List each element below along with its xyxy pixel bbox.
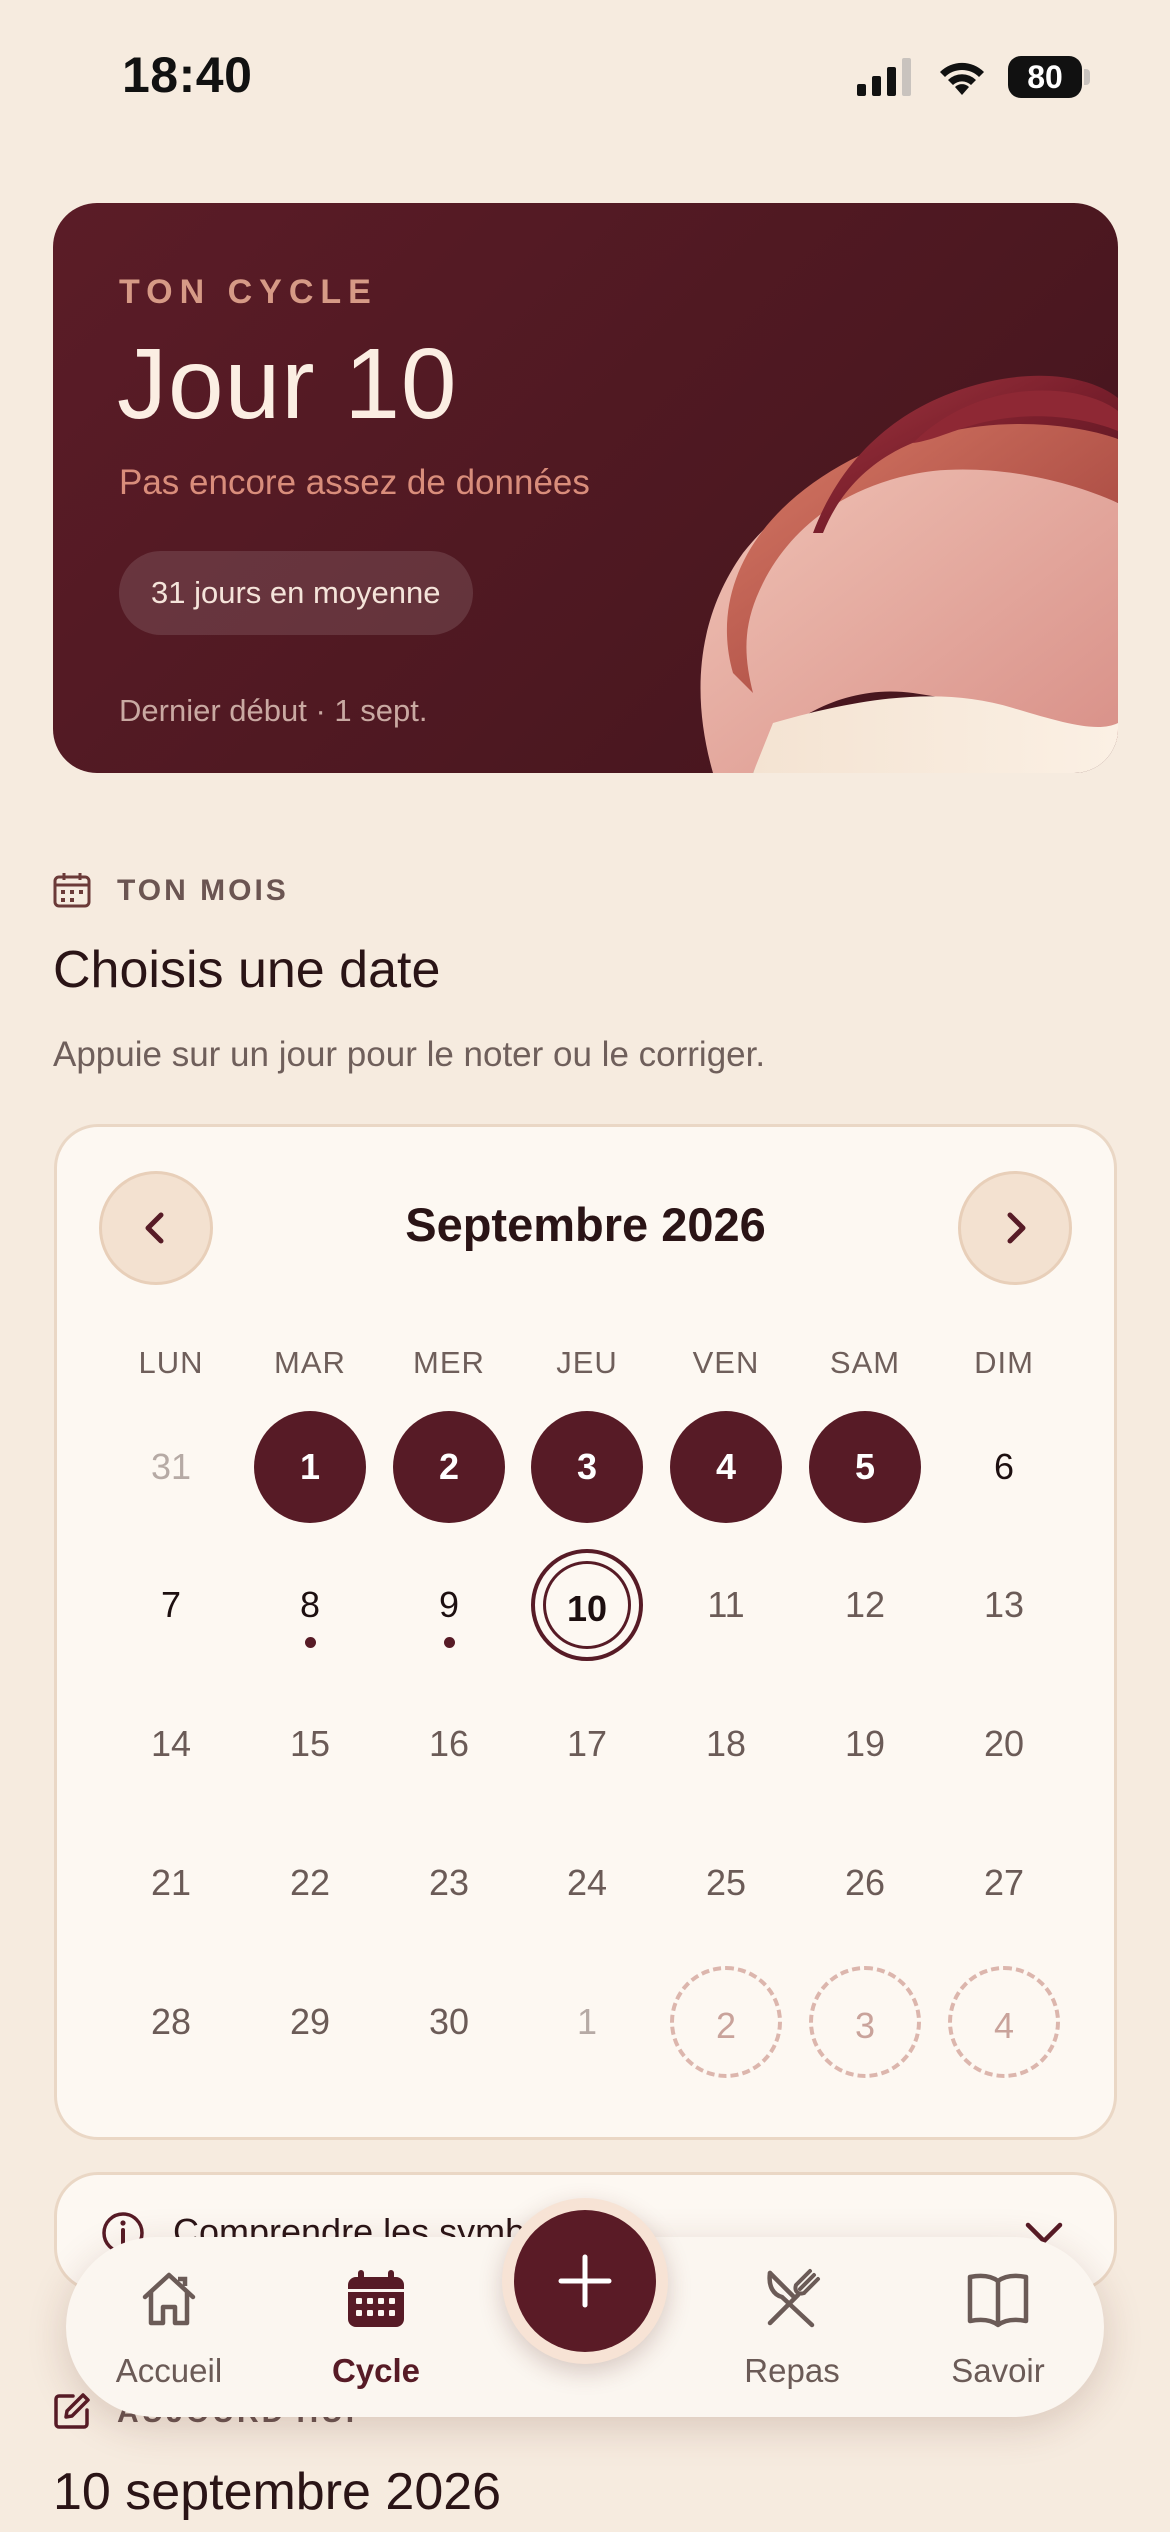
calendar-day[interactable]: 5 — [809, 1411, 921, 1523]
nav-item-cycle[interactable]: Cycle — [286, 2237, 466, 2417]
calendar-day[interactable]: 18 — [670, 1688, 782, 1800]
nav-label-accueil: Accueil — [115, 2352, 223, 2389]
cycle-summary-card[interactable]: TON CYCLE Jour 10 Pas encore assez de do… — [53, 203, 1118, 773]
nav-item-accueil[interactable]: Accueil — [79, 2237, 259, 2417]
nav-item-repas[interactable]: Repas — [702, 2237, 882, 2417]
calendar-day-today[interactable]: 10 — [531, 1549, 643, 1661]
calendar-card: Septembre 2026 LUN MAR MER JEU VEN SAM D… — [54, 1124, 1117, 2140]
calendar-day[interactable]: 4 — [948, 1966, 1060, 2078]
utensils-icon — [767, 2269, 820, 2328]
logged-entry-dot — [305, 1637, 316, 1648]
calendar-day[interactable]: 23 — [393, 1827, 505, 1939]
status-time: 18:40 — [122, 47, 253, 103]
signal-icon — [857, 58, 911, 96]
calendar-day[interactable]: 30 — [393, 1966, 505, 2078]
calendar-icon — [53, 873, 91, 908]
calendar-day[interactable]: 17 — [531, 1688, 643, 1800]
today-date-title: 10 septembre 2026 — [53, 2463, 502, 2521]
calendar-day[interactable]: 3 — [531, 1411, 643, 1523]
calendar-day[interactable]: 11 — [670, 1549, 782, 1661]
calendar-day[interactable]: 31 — [115, 1411, 227, 1523]
nav-label-savoir: Savoir — [951, 2352, 1045, 2389]
calendar-day[interactable]: 12 — [809, 1549, 921, 1661]
home-icon — [142, 2272, 196, 2326]
calendar-day[interactable]: 6 — [948, 1411, 1060, 1523]
battery-icon: 80 — [1008, 56, 1090, 98]
month-section-eyebrow: TON MOIS — [117, 874, 289, 907]
calendar-day[interactable]: 15 — [254, 1688, 366, 1800]
cycle-subtitle: Pas encore assez de données — [119, 463, 590, 502]
add-entry-button[interactable] — [502, 2198, 668, 2364]
cycle-last-start: Dernier début · 1 sept. — [119, 693, 428, 728]
calendar-day[interactable]: 2 — [670, 1966, 782, 2078]
battery-level: 80 — [1008, 56, 1082, 98]
calendar-day[interactable]: 14 — [115, 1688, 227, 1800]
calendar-day[interactable]: 2 — [393, 1411, 505, 1523]
calendar-icon — [348, 2270, 404, 2327]
calendar-day[interactable]: 21 — [115, 1827, 227, 1939]
cycle-day-title: Jour 10 — [117, 328, 458, 440]
calendar-day-grid: 31 1 2 3 4 5 6 7 8 9 10 11 12 13 14 15 16 17 18 19 20 21 22 23 2… — [57, 1127, 1114, 2137]
calendar-day[interactable]: 28 — [115, 1966, 227, 2078]
calendar-day[interactable]: 26 — [809, 1827, 921, 1939]
month-section-description: Appuie sur un jour pour le noter ou le c… — [53, 1035, 766, 1074]
calendar-day[interactable]: 19 — [809, 1688, 921, 1800]
nav-item-savoir[interactable]: Savoir — [908, 2237, 1088, 2417]
calendar-day[interactable]: 1 — [254, 1411, 366, 1523]
cycle-average-pill: 31 jours en moyenne — [119, 551, 473, 635]
calendar-day[interactable]: 13 — [948, 1549, 1060, 1661]
battery-nub — [1084, 69, 1090, 85]
logged-entry-dot — [444, 1637, 455, 1648]
book-icon — [967, 2273, 1029, 2328]
calendar-day[interactable]: 7 — [115, 1549, 227, 1661]
cycle-eyebrow: TON CYCLE — [119, 273, 378, 311]
calendar-day[interactable]: 16 — [393, 1688, 505, 1800]
calendar-day[interactable]: 24 — [531, 1827, 643, 1939]
status-bar: 18:40 80 — [0, 0, 1170, 150]
wifi-icon — [940, 62, 984, 95]
calendar-day[interactable]: 3 — [809, 1966, 921, 2078]
add-entry-button-inner — [514, 2210, 656, 2352]
nav-label-repas: Repas — [744, 2352, 840, 2389]
calendar-day[interactable]: 1 — [531, 1966, 643, 2078]
calendar-day[interactable]: 27 — [948, 1827, 1060, 1939]
month-section-title: Choisis une date — [53, 941, 441, 999]
calendar-day[interactable]: 22 — [254, 1827, 366, 1939]
calendar-day[interactable]: 20 — [948, 1688, 1060, 1800]
calendar-day[interactable]: 29 — [254, 1966, 366, 2078]
calendar-day[interactable]: 4 — [670, 1411, 782, 1523]
plus-icon — [558, 2254, 612, 2308]
calendar-day[interactable]: 25 — [670, 1827, 782, 1939]
nav-label-cycle: Cycle — [331, 2352, 421, 2389]
